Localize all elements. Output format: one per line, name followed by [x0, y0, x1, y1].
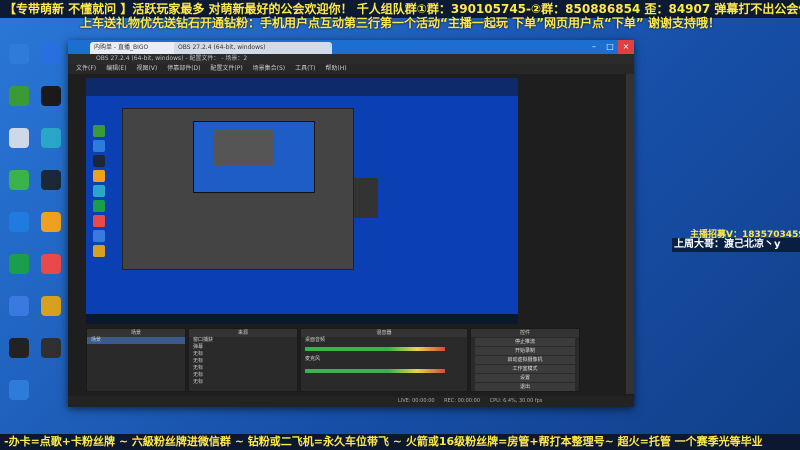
tab-obs[interactable]: OBS 27.2.4 (64-bit, windows) [174, 42, 332, 54]
menu-edit[interactable]: 编辑(E) [106, 65, 126, 72]
desktop-icon[interactable] [4, 254, 34, 275]
desktop-icon[interactable] [4, 86, 34, 107]
preview-ticker [86, 314, 518, 324]
source-item[interactable]: 无标 [189, 358, 297, 365]
desktop-icon[interactable] [36, 212, 66, 233]
menu-help[interactable]: 帮助(H) [325, 65, 346, 72]
desktop-icon[interactable] [4, 128, 34, 149]
source-item[interactable]: 无标 [189, 351, 297, 358]
desktop-icon[interactable] [4, 44, 34, 65]
source-item[interactable]: 无标 [189, 365, 297, 372]
desktop-icon[interactable] [36, 44, 66, 65]
menu-tools[interactable]: 工具(T) [295, 65, 315, 72]
sources-title: 来源 [189, 329, 297, 337]
maximize-icon[interactable]: □ [602, 40, 618, 54]
source-item[interactable]: 无标 [189, 372, 297, 379]
browser-tabbar: 内购单 - 直播_BIGO OBS 27.2.4 (64-bit, window… [68, 40, 634, 54]
audio-meter [305, 369, 445, 373]
preview-nested-window [214, 130, 274, 166]
virtual-camera-button[interactable]: 启动虚拟摄像机 [475, 356, 575, 364]
desktop-icon[interactable] [36, 338, 66, 359]
scenes-dock: 场景 场景 [86, 328, 186, 392]
desktop-icon[interactable] [36, 128, 66, 149]
controls-title: 控件 [471, 329, 579, 337]
tab-bigo[interactable]: 内购单 - 直播_BIGO [90, 42, 178, 54]
last-week-top-fan: 上周大哥：渡己北凉丶y [672, 238, 800, 252]
sources-dock: 来源 窗口捕获 弹幕 无标 无标 无标 无标 无标 [188, 328, 298, 392]
source-item[interactable]: 无标 [189, 379, 297, 386]
controls-dock: 控件 停止推流 开始录制 启动虚拟摄像机 工作室模式 设置 退出 [470, 328, 580, 392]
scenes-title: 场景 [87, 329, 185, 337]
desktop-icon[interactable] [36, 254, 66, 275]
menu-view[interactable]: 视图(V) [136, 65, 157, 72]
mixer-title: 混音器 [301, 329, 467, 337]
stop-streaming-button[interactable]: 停止推流 [475, 338, 575, 346]
desktop-icon[interactable] [4, 380, 34, 401]
preview-banner [86, 78, 518, 96]
mixer-dock: 混音器 桌面音频 麦克风 [300, 328, 468, 392]
desktop-icon[interactable] [36, 170, 66, 191]
desktop-icon[interactable] [4, 296, 34, 317]
stream-ticker: -办卡=点歌+卡粉丝牌 ~ 六級粉丝牌进微信群 ~ 钻粉或二飞机=永久车位带飞 … [0, 434, 800, 450]
close-icon[interactable]: × [618, 40, 634, 54]
desktop-icon[interactable] [4, 212, 34, 233]
desktop-icon[interactable] [4, 338, 34, 359]
gift-log-panel [640, 38, 798, 108]
studio-mode-button[interactable]: 工作室模式 [475, 365, 575, 373]
source-item[interactable]: 窗口捕获 [189, 337, 297, 344]
preview-card [354, 178, 378, 218]
source-item[interactable]: 弹幕 [189, 344, 297, 351]
preview-desktop-icons [90, 122, 114, 260]
obs-preview[interactable] [86, 78, 518, 324]
menu-docks[interactable]: 停靠部件(D) [167, 65, 200, 72]
obs-statusbar: LIVE: 00:00:00 REC: 00:00:00 CPU: 6.4%, … [68, 396, 634, 407]
desktop-icon[interactable] [4, 170, 34, 191]
menu-profile[interactable]: 配置文件(P) [210, 65, 242, 72]
obs-titlebar: OBS 27.2.4 (64-bit, windows) - 配置文件： - 场… [68, 54, 634, 64]
app-window: 内购单 - 直播_BIGO OBS 27.2.4 (64-bit, window… [68, 40, 634, 407]
live-time: LIVE: 00:00:00 [398, 398, 435, 404]
menu-scene-collection[interactable]: 场景集合(S) [253, 65, 286, 72]
audio-meter [305, 347, 445, 351]
exit-button[interactable]: 退出 [475, 383, 575, 391]
scrollbar[interactable] [626, 74, 634, 394]
scene-item[interactable]: 场景 [87, 337, 185, 344]
stream-banner-sub: 上车送礼物优先送钻石开通钻粉：手机用户点互动第三行第一个活动“主播一起玩 下单”… [80, 16, 720, 30]
mixer-track-label: 麦克风 [305, 356, 321, 362]
start-recording-button[interactable]: 开始录制 [475, 347, 575, 355]
obs-menubar: 文件(F) 编辑(E) 视图(V) 停靠部件(D) 配置文件(P) 场景集合(S… [68, 64, 634, 74]
menu-file[interactable]: 文件(F) [76, 65, 96, 72]
rec-time: REC: 00:00:00 [444, 398, 481, 404]
mixer-track-label: 桌面音频 [305, 337, 326, 343]
preview-nested-window [193, 121, 315, 193]
minimize-icon[interactable]: – [586, 40, 602, 54]
settings-button[interactable]: 设置 [475, 374, 575, 382]
cpu-usage: CPU: 6.4%, 30.00 fps [489, 398, 543, 404]
desktop-icon[interactable] [36, 296, 66, 317]
desktop-icon[interactable] [36, 86, 66, 107]
preview-nested-window [122, 108, 354, 270]
